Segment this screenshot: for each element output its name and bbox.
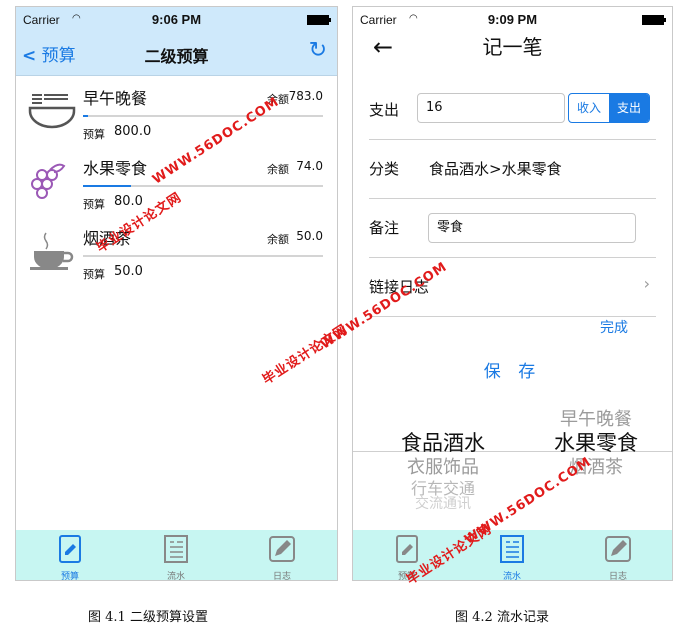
budget-value: 50.0	[114, 264, 143, 279]
budget-progress-bar	[83, 185, 323, 187]
category-row[interactable]: 分类 食品酒水>水果零食	[369, 140, 656, 199]
tab-ledger[interactable]: 流水	[136, 530, 216, 580]
ledger-icon	[500, 535, 524, 563]
grapes-icon	[31, 163, 66, 199]
pencil-note-icon	[269, 536, 295, 562]
tab-label: 流水	[502, 572, 521, 581]
page-title: 二级预算	[144, 47, 209, 66]
note-label: 备注	[369, 219, 400, 237]
tab-bar: 预算 流水 日志	[16, 530, 337, 580]
figure-caption-left: 图 4.1 二级预算设置	[88, 610, 208, 625]
remaining-label: 余额	[267, 163, 289, 176]
tab-diary[interactable]: 日志	[242, 530, 322, 580]
status-bar: Carrier ◠ 9:06 PM	[16, 7, 337, 31]
tab-label: 流水	[166, 572, 185, 581]
expense-label: 支出	[369, 101, 400, 119]
battery-icon	[307, 15, 331, 25]
amount-row: 支出 16 收入 支出	[369, 81, 656, 140]
page-title: 记一笔	[482, 35, 543, 59]
note-row: 备注 零食	[369, 199, 656, 258]
budget-value: 800.0	[114, 124, 152, 139]
budget-value: 80.0	[114, 194, 143, 209]
income-segment[interactable]: 收入	[569, 94, 609, 122]
remaining-value: 50.0	[296, 229, 323, 243]
progress-fill	[83, 115, 88, 117]
budget-row-meals[interactable]: 早午晚餐 余额 783.0 预算 800.0	[16, 79, 337, 149]
tab-diary[interactable]: 日志	[578, 530, 658, 580]
budget-label: 预算	[83, 268, 105, 281]
status-time: 9:06 PM	[151, 12, 202, 27]
remaining-value: 74.0	[296, 159, 323, 173]
save-button[interactable]: 保 存	[353, 357, 672, 382]
tab-label: 日志	[272, 572, 291, 581]
navigation-bar: Carrier ◠ 9:06 PM < 预算 二级预算 ↻	[16, 7, 337, 76]
chevron-right-icon: ›	[643, 274, 650, 293]
amount-input[interactable]: 16	[417, 93, 565, 123]
note-input[interactable]: 零食	[428, 213, 636, 243]
budget-screen: Carrier ◠ 9:06 PM < 预算 二级预算 ↻ 早午晚餐 余额 78…	[15, 6, 338, 581]
status-bar: Carrier ◠ 9:09 PM	[353, 7, 672, 31]
budget-progress-bar	[83, 255, 323, 257]
figure-caption-right: 图 4.2 流水记录	[455, 610, 549, 625]
budget-row-tobacco-tea[interactable]: 烟酒茶 余额 50.0 预算 50.0	[16, 219, 337, 289]
category-label: 分类	[369, 160, 400, 178]
budget-label: 预算	[83, 128, 105, 141]
tab-budget[interactable]: 预算	[30, 530, 110, 580]
teacup-icon	[30, 232, 74, 270]
remaining-label: 余额	[267, 233, 289, 246]
picker-item[interactable]: 交流通讯	[368, 493, 518, 513]
type-segmented-control: 收入 支出	[568, 93, 650, 123]
budget-progress-bar	[83, 115, 323, 117]
remaining-value: 783.0	[288, 89, 323, 103]
category-name: 早午晚餐	[83, 89, 148, 108]
tab-bar: 预算 流水 日志	[353, 530, 672, 580]
ledger-icon	[164, 535, 188, 563]
refresh-icon[interactable]: ↻	[309, 38, 327, 63]
pencil-note-icon	[605, 536, 631, 562]
progress-fill	[83, 185, 131, 187]
status-time: 9:09 PM	[487, 12, 538, 27]
budget-doc-icon	[396, 535, 418, 563]
done-button[interactable]: 完成	[600, 317, 628, 337]
category-value: 食品酒水>水果零食	[429, 160, 562, 178]
noodle-bowl-icon	[28, 94, 76, 129]
battery-icon	[642, 15, 666, 25]
tab-label: 日志	[608, 572, 627, 581]
picker-item[interactable]: 烟酒茶	[521, 453, 671, 479]
budget-doc-icon	[59, 535, 81, 563]
budget-label: 预算	[83, 198, 105, 211]
tab-label: 预算	[60, 572, 79, 581]
category-name: 水果零食	[83, 159, 148, 178]
expense-segment[interactable]: 支出	[609, 94, 649, 122]
